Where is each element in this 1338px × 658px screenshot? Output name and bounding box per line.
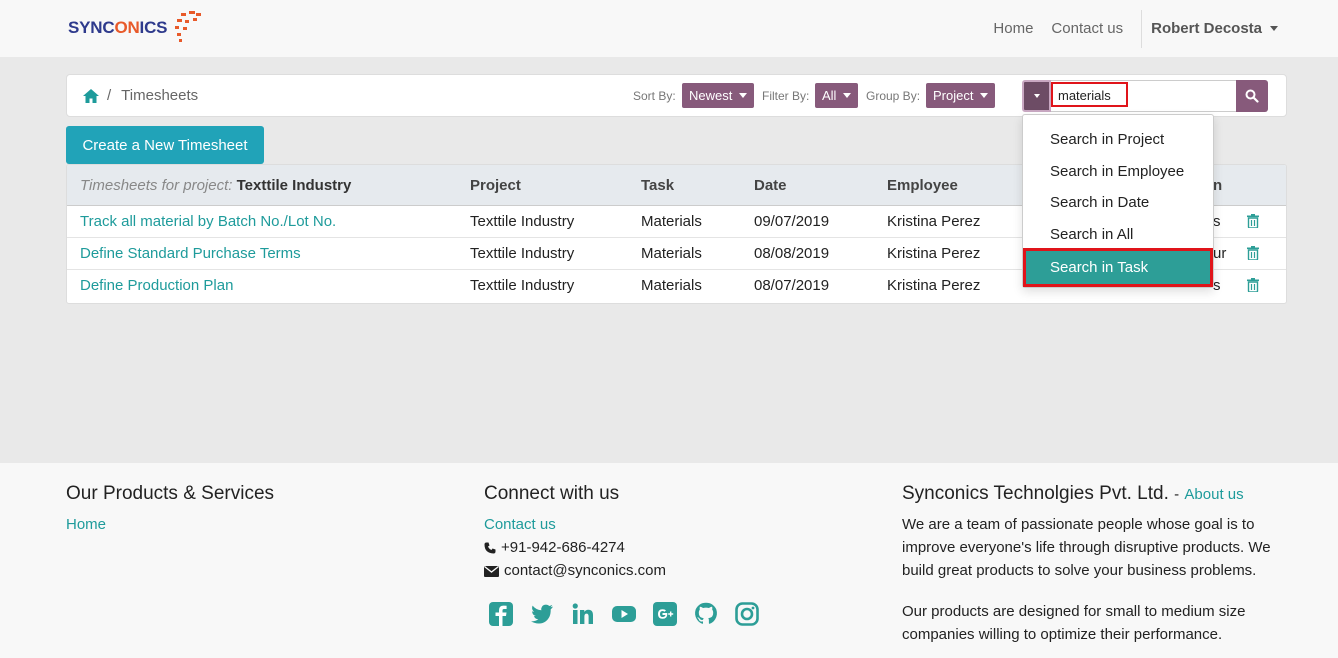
footer: Our Products & Services Home Connect wit… [0,463,1338,658]
youtube-icon[interactable] [612,602,636,626]
trash-icon[interactable] [1247,246,1259,260]
breadcrumb: / Timesheets [83,87,198,104]
connect-heading: Connect with us [484,483,620,504]
chevron-down-icon [739,93,748,98]
sort-label: Sort By: [633,89,676,103]
breadcrumb-separator: / [107,87,112,104]
phone-row: +91-942-686-4274 [484,539,625,556]
cell-employee: Kristina Perez [887,277,981,294]
cell-task: Materials [641,277,702,294]
envelope-icon [484,565,499,577]
social-links [489,602,776,626]
company-heading: Synconics Technolgies Pvt. Ltd. - About … [902,483,1244,504]
timesheet-name-link[interactable]: Define Standard Purchase Terms [80,245,301,262]
search-icon [1245,89,1259,103]
search-input-value: materials [1051,82,1128,107]
phone-icon [484,542,496,553]
timesheet-name-link[interactable]: Track all material by Batch No./Lot No. [80,213,336,230]
breadcrumb-current: Timesheets [121,87,199,104]
logo-text: SYNCONICS [68,18,168,37]
header-employee[interactable]: Employee [887,177,958,194]
cell-project: Texttile Industry [470,245,575,262]
logo-mark-icon [169,11,203,45]
footer-home-link[interactable]: Home [66,516,106,533]
cell-project: Texttile Industry [470,213,575,230]
cell-date: 08/08/2019 [754,245,830,262]
email-address: contact@synconics.com [504,562,666,579]
sort-dropdown[interactable]: Newest [682,83,755,108]
email-row: contact@synconics.com [484,562,666,579]
header-project[interactable]: Project [470,177,521,194]
company-description: We are a team of passionate people whose… [902,516,1271,579]
timesheet-name-link[interactable]: Define Production Plan [80,277,233,294]
about-us-link[interactable]: About us [1184,486,1243,503]
group-dropdown[interactable]: Project [926,83,996,108]
home-icon[interactable] [83,88,99,103]
search-input[interactable]: materials [1051,80,1237,112]
user-menu[interactable]: Robert Decosta [1151,20,1278,37]
instagram-icon[interactable] [735,602,759,626]
navbar: SYNCONICS Home Contact us Robert Decosta [0,0,1338,57]
twitter-icon[interactable] [530,602,554,626]
search-options-toggle[interactable] [1022,80,1051,112]
linkedin-icon[interactable] [571,602,595,626]
products-heading: Our Products & Services [66,483,275,504]
chevron-down-icon [1270,26,1278,31]
cell-duration: ur [1213,245,1227,262]
filter-dropdown[interactable]: All [815,83,859,108]
cell-employee: Kristina Perez [887,213,981,230]
cell-duration: s [1213,213,1221,230]
chevron-down-icon [1033,94,1040,98]
search-in-project-option[interactable]: Search in Project [1023,125,1213,155]
footer-contact-link[interactable]: Contact us [484,516,556,533]
cell-duration: s [1213,277,1221,294]
cell-employee: Kristina Perez [887,245,981,262]
filter-label: Filter By: [762,89,810,103]
header-task[interactable]: Task [641,177,674,194]
search-button[interactable] [1236,80,1268,112]
cell-task: Materials [641,245,702,262]
create-timesheet-button[interactable]: Create a New Timesheet [66,126,264,164]
search-in-task-option[interactable]: Search in Task [1023,248,1213,287]
company-description-2: Our products are designed for small to m… [902,603,1246,643]
cell-date: 09/07/2019 [754,213,830,230]
google-plus-icon[interactable] [653,602,677,626]
github-icon[interactable] [694,602,718,626]
search-in-date-option[interactable]: Search in Date [1023,188,1213,218]
trash-icon[interactable] [1247,214,1259,228]
timesheet-toolbar: / Timesheets Sort By: Newest Filter By: … [66,74,1287,117]
nav-home-link[interactable]: Home [993,20,1033,37]
chevron-down-icon [843,93,852,98]
trash-icon[interactable] [1247,278,1259,292]
user-name: Robert Decosta [1151,20,1262,37]
search-options-menu: Search in Project Search in Employee Sea… [1022,114,1214,288]
search-in-all-option[interactable]: Search in All [1023,220,1213,250]
search-in-employee-option[interactable]: Search in Employee [1023,157,1213,187]
facebook-icon[interactable] [489,602,513,626]
group-label: Group By: [866,89,921,103]
cell-task: Materials [641,213,702,230]
synconics-logo[interactable]: SYNCONICS [68,10,203,46]
cell-date: 08/07/2019 [754,277,830,294]
nav-contact-link[interactable]: Contact us [1051,20,1123,37]
header-date[interactable]: Date [754,177,787,194]
chevron-down-icon [980,93,989,98]
header-duration[interactable]: n [1213,177,1222,194]
nav-divider [1141,9,1143,48]
group-caption: Timesheets for project: Texttile Industr… [80,177,352,194]
phone-number: +91-942-686-4274 [501,539,625,556]
cell-project: Texttile Industry [470,277,575,294]
